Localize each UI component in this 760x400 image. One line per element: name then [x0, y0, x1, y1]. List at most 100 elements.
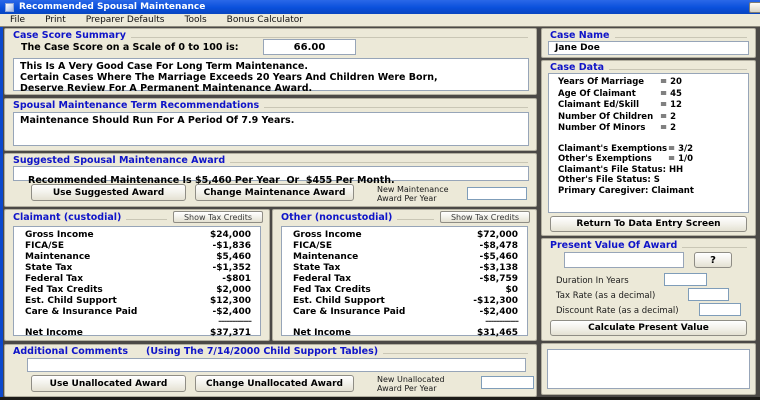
divider-line [131, 37, 528, 38]
case-score-comment-line: Certain Cases Where The Marriage Exceeds… [20, 72, 522, 83]
money-value: $12,300 [210, 296, 251, 307]
tax-rate-input[interactable] [688, 288, 729, 301]
term-recommendations-title: Spousal Maintenance Term Recommendations [13, 100, 259, 111]
menu-preparer-defaults[interactable]: Preparer Defaults [76, 14, 175, 26]
case-name-value-box: Jane Doe [548, 41, 749, 55]
money-value: -$12,300 [473, 296, 518, 307]
money-row: FICA/SE -$1,836 [14, 241, 260, 252]
claimant-title: Claimant (custodial) [13, 212, 121, 223]
money-label: Maintenance [25, 252, 90, 263]
divider-line [682, 247, 747, 248]
stat-label: Number Of Minors [558, 123, 660, 135]
menu-bonus-calculator[interactable]: Bonus Calculator [217, 14, 313, 26]
case-score-comment-line: Deserve Review For A Permanent Maintenan… [20, 83, 522, 94]
money-value: -$1,836 [213, 241, 251, 252]
menu-bar: File Print Preparer Defaults Tools Bonus… [0, 14, 760, 27]
file-status-line: Claimant's File Status: HH [558, 165, 744, 176]
menu-print[interactable]: Print [35, 14, 76, 26]
notes-panel [541, 343, 756, 395]
case-score-comments-box: This Is A Very Good Case For Long Term M… [13, 58, 529, 91]
duration-label: Duration In Years [556, 276, 629, 286]
return-to-data-entry-button[interactable]: Return To Data Entry Screen [550, 216, 747, 232]
stat-value: = 45 [660, 89, 744, 101]
money-value: $37,371 [210, 328, 251, 339]
money-label: Est. Child Support [25, 296, 117, 307]
new-unallocated-award-input[interactable] [481, 376, 534, 389]
money-divider: ------------ [282, 318, 527, 327]
use-suggested-award-button[interactable]: Use Suggested Award [31, 184, 186, 201]
exemption-row: Other's Exemptions= 1/0 [558, 154, 744, 165]
notes-box [547, 349, 750, 389]
money-value: $0 [505, 285, 518, 296]
money-value: $2,000 [216, 285, 251, 296]
claimant-show-tax-credits-button[interactable]: Show Tax Credits [173, 211, 263, 223]
money-row: Fed Tax Credits$0 [282, 285, 527, 296]
divider-line [383, 353, 528, 354]
money-label: Est. Child Support [293, 296, 385, 307]
duration-input[interactable] [664, 273, 707, 286]
change-maintenance-award-button[interactable]: Change Maintenance Award [195, 184, 354, 201]
exemption-label: Other's Exemptions [558, 154, 668, 165]
claimant-money-box: Gross Income$24,000 FICA/SE-$1,836 Maint… [13, 226, 261, 336]
stat-value: = 12 [660, 100, 744, 112]
menu-file[interactable]: File [0, 14, 35, 26]
money-row: State Tax-$3,138 [282, 263, 527, 274]
menu-tools[interactable]: Tools [174, 14, 216, 26]
present-value-help-button[interactable]: ? [694, 252, 732, 268]
money-label: Care & Insurance Paid [25, 307, 137, 318]
stat-value: = 20 [660, 77, 744, 89]
case-stat-row: Number Of Children= 2 [558, 112, 744, 124]
term-text-box: Maintenance Should Run For A Period Of 7… [13, 112, 529, 146]
money-row: Fed Tax Credits$2,000 [14, 285, 260, 296]
discount-rate-label: Discount Rate (as a decimal) [556, 306, 679, 316]
exemption-label: Claimant's Exemptions [558, 144, 668, 155]
exemption-value: = 3/2 [668, 144, 744, 155]
case-data-box: Years Of Marriage= 20 Age Of Claimant= 4… [548, 73, 749, 213]
other-show-tax-credits-button[interactable]: Show Tax Credits [440, 211, 530, 223]
new-maintenance-award-label: New Maintenance Award Per Year [377, 185, 461, 203]
exemption-value: = 1/0 [668, 154, 744, 165]
calculate-present-value-button[interactable]: Calculate Present Value [550, 320, 747, 336]
file-status-line: Other's File Status: S [558, 175, 744, 186]
money-row: Federal Tax-$801 [14, 274, 260, 285]
money-value: -$5,460 [480, 252, 518, 263]
window-title: Recommended Spousal Maintenance [19, 2, 205, 12]
change-unallocated-award-button[interactable]: Change Unallocated Award [195, 375, 354, 392]
stat-label: Claimant Ed/Skill [558, 100, 660, 112]
tax-rate-label: Tax Rate (as a decimal) [556, 291, 655, 301]
money-value: $31,465 [477, 328, 518, 339]
child-support-tables-note: (Using The 7/14/2000 Child Support Table… [146, 346, 378, 357]
money-value: -$3,138 [480, 263, 518, 274]
money-label: Gross Income [293, 230, 362, 241]
divider-line [264, 107, 528, 108]
additional-comments-box [27, 358, 526, 372]
suggested-award-panel: Suggested Spousal Maintenance Award Reco… [4, 153, 537, 207]
case-data-panel: Case Data Years Of Marriage= 20 Age Of C… [541, 60, 756, 236]
money-divider: ------------ [14, 318, 260, 327]
claimant-panel: Claimant (custodial) Show Tax Credits Gr… [4, 209, 270, 341]
window-control-button[interactable] [749, 2, 760, 13]
money-label: Federal Tax [293, 274, 351, 285]
stat-label: Age Of Claimant [558, 89, 660, 101]
money-row: FICA/SE-$8,478 [282, 241, 527, 252]
app-icon [5, 3, 14, 12]
stat-label: Number Of Children [558, 112, 660, 124]
stat-value: = 2 [660, 112, 744, 124]
money-row: Est. Child Support $12,300 [14, 296, 260, 307]
suggested-award-title: Suggested Spousal Maintenance Award [13, 155, 225, 166]
money-label: Gross Income [25, 230, 94, 241]
present-value-title: Present Value Of Award [550, 240, 677, 251]
money-label: FICA/SE [25, 241, 64, 252]
caregiver-line: Primary Caregiver: Claimant [558, 186, 744, 197]
use-unallocated-award-button[interactable]: Use Unallocated Award [31, 375, 186, 392]
discount-rate-input[interactable] [699, 303, 741, 316]
money-value: -$8,759 [480, 274, 518, 285]
other-title: Other (noncustodial) [281, 212, 392, 223]
divider-line [397, 219, 434, 220]
new-unallocated-award-label: New Unallocated Award Per Year [377, 375, 469, 393]
money-label: Federal Tax [25, 274, 83, 285]
new-maintenance-award-input[interactable] [467, 187, 527, 200]
divider-line [126, 219, 167, 220]
case-name-panel: Case Name Jane Doe [541, 28, 756, 58]
term-recommendations-panel: Spousal Maintenance Term Recommendations… [4, 98, 537, 151]
